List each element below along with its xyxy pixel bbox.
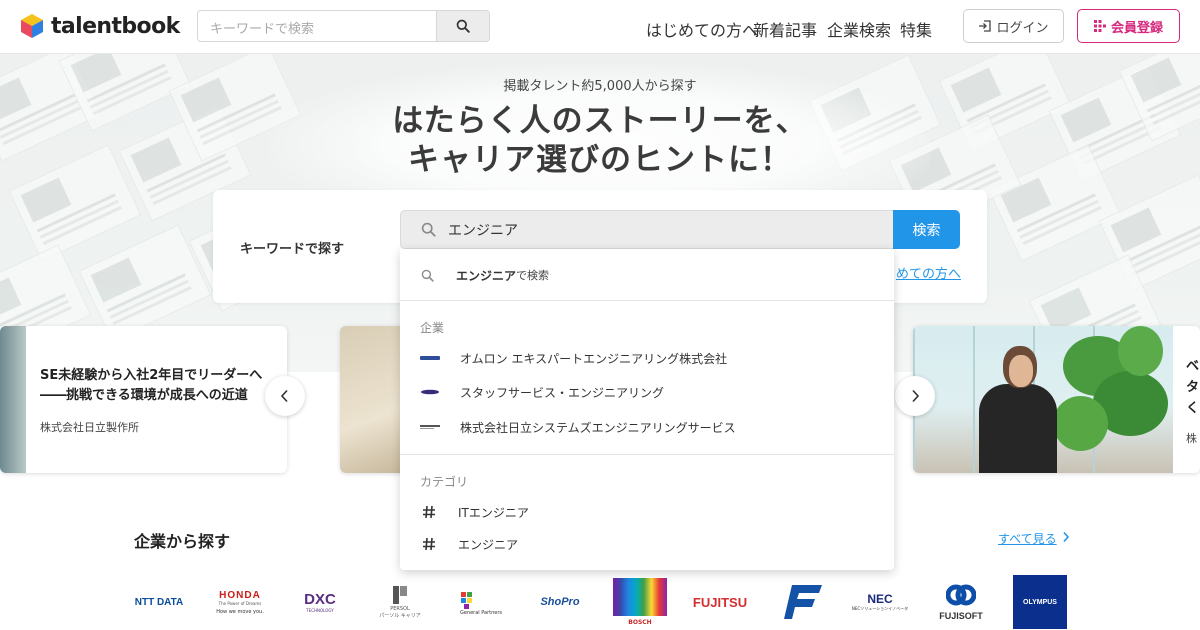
f-logo-icon xyxy=(784,585,822,619)
company-logo-olympus[interactable]: OLYMPUS xyxy=(1013,574,1067,630)
persol-mark-icon xyxy=(393,585,407,604)
hitachi-logo-icon xyxy=(420,425,440,429)
story-photo xyxy=(913,326,1173,473)
talentbook-logo[interactable]: talentbook xyxy=(19,11,180,41)
suggestion-company-item[interactable]: オムロン エキスパートエンジニアリング株式会社 xyxy=(400,348,894,368)
suggestion-search-query[interactable]: エンジニア で検索 xyxy=(400,264,894,286)
suggestion-company-item[interactable]: スタッフサービス・エンジニアリング xyxy=(400,382,894,402)
company-logo-nec[interactable]: NEC NECソリューションイノベータ xyxy=(852,574,908,630)
nav-company-search[interactable]: 企業検索 xyxy=(827,17,891,41)
company-logo-general-partners[interactable]: General Partners xyxy=(456,574,506,630)
carousel-next-button[interactable] xyxy=(895,376,935,416)
suggestion-query-suffix: で検索 xyxy=(516,269,550,282)
story-card[interactable]: ベ タ く 株 xyxy=(913,326,1200,473)
nav-new-articles[interactable]: 新着記事 xyxy=(753,17,817,41)
chevron-right-icon xyxy=(1063,531,1070,543)
hero-subtitle: 掲載タレント約5,000人から探す xyxy=(503,79,697,94)
login-label: ログイン xyxy=(996,20,1049,36)
story-card[interactable]: SE未経験から入社2年目でリーダーへ ――挑戦できる環境が成長への近道 株式会社… xyxy=(0,326,287,473)
hashtag-icon xyxy=(423,537,435,551)
grid-dots-icon xyxy=(1093,20,1106,32)
suggestion-category-item[interactable]: エンジニア xyxy=(400,534,894,554)
search-icon xyxy=(421,222,436,237)
company-logo-persol[interactable]: PERSOL パーソル キャリア xyxy=(372,574,428,630)
first-time-link[interactable]: めての方へ xyxy=(896,263,961,282)
company-logo-strip: NTT DATA HONDA The Power of Dreams How w… xyxy=(0,574,1200,630)
categories-heading: カテゴリ xyxy=(420,475,469,489)
suggestion-query-text: エンジニア xyxy=(456,268,517,283)
omron-logo-icon xyxy=(420,356,440,360)
keyword-search-label: キーワードで探す xyxy=(240,242,345,257)
story-thumbnail xyxy=(0,326,26,473)
general-partners-mark-icon xyxy=(461,592,472,609)
signup-button[interactable]: 会員登録 xyxy=(1077,9,1180,43)
hero-title: はたらく人のストーリーを、 キャリア選びのヒントに！ xyxy=(0,102,1200,180)
hashtag-icon xyxy=(423,505,435,519)
fujisoft-mark-icon xyxy=(946,584,976,606)
logo-text: talentbook xyxy=(51,13,180,39)
suggestion-company-item[interactable]: 株式会社日立システムズエンジニアリングサービス xyxy=(400,417,894,437)
keyword-search-input[interactable]: エンジニア xyxy=(400,210,893,249)
header-search: キーワードで検索 xyxy=(197,10,490,42)
staffservice-logo-icon xyxy=(421,389,439,395)
story-title: SE未経験から入社2年目でリーダーへ ――挑戦できる環境が成長への近道 xyxy=(40,368,263,403)
cube-logo-icon xyxy=(21,14,43,38)
chevron-left-icon xyxy=(280,389,288,403)
hero-title-line1: はたらく人のストーリーを、 xyxy=(392,103,808,139)
nav-first-time[interactable]: はじめての方へ xyxy=(646,17,758,41)
company-logo-fujitsu[interactable]: FUJITSU xyxy=(693,574,747,630)
header-search-button[interactable] xyxy=(436,11,489,41)
suggestion-category-item[interactable]: ITエンジニア xyxy=(400,502,894,522)
companies-section-title: 企業から探す xyxy=(134,532,231,551)
company-logo-bosch[interactable]: BOSCH xyxy=(613,574,667,630)
header-search-input[interactable]: キーワードで検索 xyxy=(198,11,436,41)
story-company: 株 xyxy=(1186,432,1197,445)
chevron-right-icon xyxy=(912,389,920,403)
companies-heading: 企業 xyxy=(420,321,445,335)
company-logo-nttdata[interactable]: NTT DATA xyxy=(133,574,185,630)
search-suggestions-dropdown: エンジニア で検索 企業 オムロン エキスパートエンジニアリング株式会社 スタッ… xyxy=(400,249,894,570)
hero-title-line2: キャリア選びのヒントに！ xyxy=(408,142,792,178)
story-company: 株式会社日立製作所 xyxy=(40,421,139,434)
carousel-prev-button[interactable] xyxy=(265,376,305,416)
keyword-search-value: エンジニア xyxy=(448,222,518,239)
company-logo-fujisoft[interactable]: FUJISOFT xyxy=(936,574,986,630)
login-icon xyxy=(979,20,992,32)
company-logo-f[interactable] xyxy=(776,574,824,630)
story-title: ベ タ く xyxy=(1186,359,1200,416)
search-icon xyxy=(456,19,470,33)
see-all-link[interactable]: すべて見る xyxy=(998,530,1057,547)
login-button[interactable]: ログイン xyxy=(963,9,1064,43)
company-logo-shopro[interactable]: ShoPro xyxy=(532,574,588,630)
keyword-search-button[interactable]: 検索 xyxy=(893,210,960,249)
signup-label: 会員登録 xyxy=(1110,20,1163,36)
search-icon xyxy=(421,269,434,282)
site-header: talentbook キーワードで検索 はじめての方へ 新着記事 企業検索 特集… xyxy=(0,0,1200,54)
company-logo-dxc[interactable]: DXC TECHNOLOGY xyxy=(300,574,340,630)
company-logo-honda[interactable]: HONDA The Power of Dreams How we move yo… xyxy=(214,574,266,630)
nav-features[interactable]: 特集 xyxy=(900,17,932,41)
